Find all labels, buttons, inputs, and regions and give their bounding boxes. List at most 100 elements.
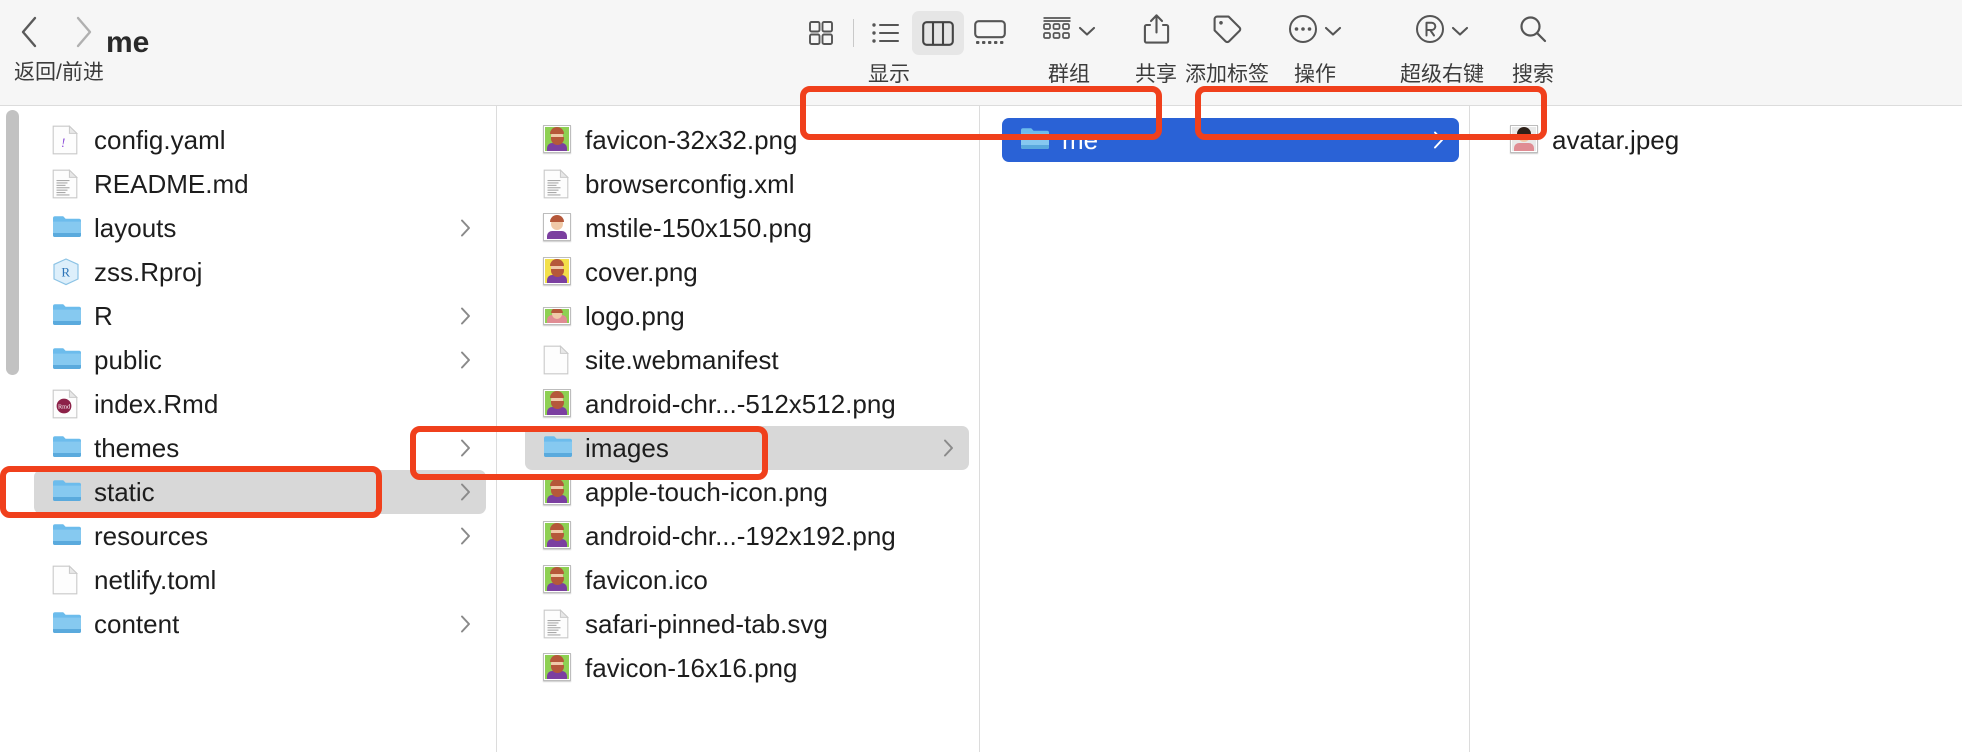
- list-item[interactable]: cover.png: [525, 250, 969, 294]
- column-1-scrollbar[interactable]: [6, 110, 19, 730]
- column-view-button[interactable]: [912, 11, 964, 55]
- page-title: me: [106, 26, 150, 59]
- list-item[interactable]: android-chr...-192x192.png: [525, 514, 969, 558]
- image-thumb-green: [543, 477, 573, 507]
- list-view-button[interactable]: [860, 11, 912, 55]
- list-item-label: apple-touch-icon.png: [585, 476, 828, 507]
- list-item[interactable]: android-chr...-512x512.png: [525, 382, 969, 426]
- disclosure-arrow-icon: [459, 526, 472, 546]
- list-item-label: public: [94, 344, 162, 375]
- list-item-label: site.webmanifest: [585, 344, 779, 375]
- chevron-down-icon: [1451, 25, 1469, 37]
- list-item-label: R: [94, 300, 113, 331]
- list-item-label: index.Rmd: [94, 388, 219, 419]
- list-item[interactable]: apple-touch-icon.png: [525, 470, 969, 514]
- list-item-label: images: [585, 432, 669, 463]
- icon-view-button[interactable]: [795, 11, 847, 55]
- list-item-label: content: [94, 608, 180, 639]
- list-item[interactable]: safari-pinned-tab.svg: [525, 602, 969, 646]
- disclosure-arrow-icon: [459, 350, 472, 370]
- disclosure-arrow-icon: [459, 614, 472, 634]
- list-item[interactable]: netlify.toml: [34, 558, 486, 602]
- yaml-file-icon: !: [52, 125, 82, 155]
- list-item[interactable]: static: [34, 470, 486, 514]
- list-item[interactable]: R: [34, 294, 486, 338]
- disclosure-arrow-icon: [459, 306, 472, 326]
- column-1-list: ! config.yaml README.md layouts Rzss.Rproj Rp…: [0, 118, 496, 646]
- image-thumb-yellow: [543, 257, 573, 287]
- gallery-view-button[interactable]: [964, 11, 1016, 55]
- search-button[interactable]: 搜索: [1512, 8, 1554, 88]
- column-browser: ! config.yaml README.md layouts Rzss.Rproj Rp…: [0, 106, 1962, 752]
- list-item-label: favicon.ico: [585, 564, 708, 595]
- svg-text:Rmd: Rmd: [58, 403, 71, 410]
- svg-text:!: !: [61, 135, 65, 150]
- share-button[interactable]: 共享: [1135, 8, 1177, 88]
- list-item[interactable]: Rmd index.Rmd: [34, 382, 486, 426]
- group-label: 群组: [1048, 63, 1090, 86]
- list-item-label: netlify.toml: [94, 564, 217, 595]
- list-item-label: config.yaml: [94, 124, 226, 155]
- list-item[interactable]: browserconfig.xml: [525, 162, 969, 206]
- list-item[interactable]: resources: [34, 514, 486, 558]
- nav-buttons: [16, 12, 96, 52]
- column-3: me: [980, 106, 1470, 752]
- list-item[interactable]: site.webmanifest: [525, 338, 969, 382]
- disclosure-arrow-icon: [942, 438, 955, 458]
- list-item-label: me: [1062, 124, 1099, 155]
- list-item-label: browserconfig.xml: [585, 168, 795, 199]
- list-item[interactable]: favicon-16x16.png: [525, 646, 969, 690]
- column-4-list: avatar.jpeg: [1470, 118, 1960, 162]
- folder-icon: [1020, 125, 1050, 155]
- rproj-file-icon: R: [52, 257, 82, 287]
- list-item-label: logo.png: [585, 300, 685, 331]
- finder-toolbar: 返回/前进 me 显示 群组 共享 添加标签 操作 超级右键 搜索: [0, 0, 1962, 106]
- list-item[interactable]: logo.png: [525, 294, 969, 338]
- tag-label: 添加标签: [1185, 63, 1269, 86]
- ellipsis-circle-icon: [1288, 14, 1318, 49]
- list-item-label: layouts: [94, 212, 177, 243]
- list-item[interactable]: README.md: [34, 162, 486, 206]
- list-item[interactable]: favicon-32x32.png: [525, 118, 969, 162]
- search-icon: [1518, 14, 1548, 49]
- disclosure-arrow-icon: [459, 482, 472, 502]
- list-item[interactable]: images: [525, 426, 969, 470]
- list-item[interactable]: themes: [34, 426, 486, 470]
- column-2: favicon-32x32.png browserconfig.xml mstile…: [497, 106, 980, 752]
- folder-icon: [52, 301, 82, 331]
- rmd-file-icon: Rmd: [52, 389, 82, 419]
- list-item[interactable]: favicon.ico: [525, 558, 969, 602]
- svg-text:R: R: [61, 265, 70, 280]
- text-file-icon: [52, 169, 82, 199]
- view-mode-label: 显示: [868, 63, 910, 86]
- list-item-label: safari-pinned-tab.svg: [585, 608, 828, 639]
- chevron-down-icon: [1324, 25, 1342, 37]
- forward-button[interactable]: [70, 12, 96, 52]
- action-label: 操作: [1294, 63, 1336, 86]
- scrollbar-thumb[interactable]: [6, 110, 19, 375]
- list-item[interactable]: me: [1002, 118, 1459, 162]
- list-item[interactable]: Rzss.Rproj: [34, 250, 486, 294]
- back-button[interactable]: [16, 12, 42, 52]
- list-item-label: avatar.jpeg: [1552, 124, 1680, 155]
- tag-icon: [1211, 13, 1243, 50]
- list-item-label: android-chr...-192x192.png: [585, 520, 896, 551]
- list-item[interactable]: ! config.yaml: [34, 118, 486, 162]
- nav-label: 返回/前进: [14, 61, 104, 84]
- list-item[interactable]: layouts: [34, 206, 486, 250]
- list-item-label: cover.png: [585, 256, 698, 287]
- list-item[interactable]: content: [34, 602, 486, 646]
- list-item-label: android-chr...-512x512.png: [585, 388, 896, 419]
- group-button[interactable]: 群组: [1042, 8, 1096, 88]
- list-item[interactable]: mstile-150x150.png: [525, 206, 969, 250]
- chevron-down-icon: [1078, 25, 1096, 37]
- list-item-label: themes: [94, 432, 180, 463]
- tag-button[interactable]: 添加标签: [1185, 8, 1269, 88]
- text-file-icon: [543, 169, 573, 199]
- list-item[interactable]: avatar.jpeg: [1492, 118, 1950, 162]
- blank-file-icon: [543, 345, 573, 375]
- list-item-label: resources: [94, 520, 209, 551]
- action-button[interactable]: 操作: [1288, 8, 1342, 88]
- list-item[interactable]: public: [34, 338, 486, 382]
- superright-button[interactable]: 超级右键: [1400, 8, 1484, 88]
